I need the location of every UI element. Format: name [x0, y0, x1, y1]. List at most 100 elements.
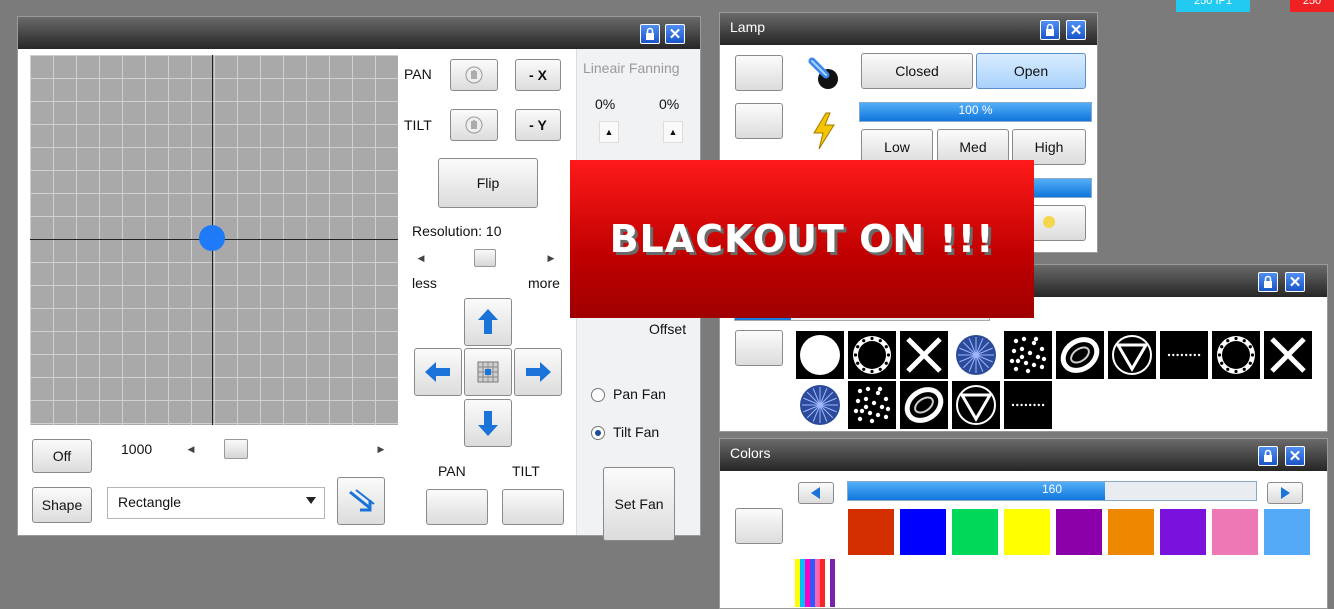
lamp-panel-title: Lamp	[730, 19, 766, 35]
gobo-twisted-ring[interactable]	[1056, 331, 1104, 379]
radio-unchecked-icon	[591, 388, 605, 402]
more-label: more	[528, 275, 560, 291]
apply-shape-button[interactable]	[337, 477, 385, 525]
off-button[interactable]: Off	[32, 439, 92, 473]
tilt-fan-spinner-up[interactable]: ▲	[663, 121, 683, 143]
gobo-triangle[interactable]	[1108, 331, 1156, 379]
invert-y-button[interactable]: - Y	[515, 109, 561, 141]
move-left-button[interactable]	[414, 348, 462, 396]
gobo-dotted-line[interactable]	[1160, 331, 1208, 379]
status-badge-universe: 250 IP1	[1176, 0, 1250, 12]
position-panel-titlebar: ✕	[18, 17, 700, 49]
gobo-x-cross[interactable]	[900, 331, 948, 379]
gobo-blue-burst[interactable]	[796, 381, 844, 429]
color-toggle-button[interactable]	[735, 508, 783, 544]
color-prev-button[interactable]	[798, 482, 834, 504]
scroll-left-icon[interactable]: ◀	[414, 249, 428, 267]
intensity-bar-text: 100 %	[958, 103, 993, 117]
xy-position-pad[interactable]	[30, 55, 398, 425]
gobo-dotted-ring[interactable]	[848, 331, 896, 379]
colors-panel-titlebar: Colors ✕	[720, 439, 1327, 471]
tilt-fan-percent: 0%	[659, 96, 680, 112]
gobo-scatter-dots[interactable]	[848, 381, 896, 429]
center-button[interactable]	[464, 348, 512, 396]
color-swatch[interactable]	[1211, 508, 1259, 556]
color-swatch[interactable]	[1263, 508, 1311, 556]
resolution-label: Resolution: 10	[412, 223, 502, 239]
move-down-button[interactable]	[464, 399, 512, 447]
open-button[interactable]: Open	[976, 53, 1086, 89]
color-swatch[interactable]	[951, 508, 999, 556]
lock-icon[interactable]	[640, 24, 660, 44]
gobo-scatter-dots[interactable]	[1004, 331, 1052, 379]
scroll-right-icon[interactable]: ▶	[544, 249, 558, 267]
rainbow-swatch[interactable]	[795, 559, 845, 607]
shape-select[interactable]: Rectangle	[107, 487, 325, 519]
speed-slider[interactable]: ◀ ▶	[180, 437, 398, 461]
gobo-twisted-ring[interactable]	[900, 381, 948, 429]
color-swatch[interactable]	[847, 508, 895, 556]
shape-button[interactable]: Shape	[32, 487, 92, 523]
gobo-toggle-button[interactable]	[735, 330, 783, 366]
lock-icon[interactable]	[1040, 20, 1060, 40]
tilt-lock-button[interactable]	[450, 109, 498, 141]
shape-select-value: Rectangle	[118, 494, 182, 510]
arrow-right-icon	[526, 362, 551, 382]
arrow-left-icon	[425, 362, 450, 382]
pan-fan-spinner-up[interactable]: ▲	[599, 121, 619, 143]
invert-x-button[interactable]: - X	[515, 59, 561, 91]
move-up-button[interactable]	[464, 298, 512, 346]
color-slider-value: 160	[1041, 482, 1063, 496]
gobo-x-cross[interactable]	[1264, 331, 1312, 379]
color-swatch[interactable]	[1159, 508, 1207, 556]
lock-icon[interactable]	[1258, 272, 1278, 292]
scroll-left-icon[interactable]: ◀	[184, 440, 198, 458]
tilt-label: TILT	[404, 117, 432, 133]
color-next-button[interactable]	[1267, 482, 1303, 504]
position-handle[interactable]	[199, 225, 225, 251]
arrow-up-icon	[478, 309, 498, 334]
close-icon[interactable]: ✕	[1066, 20, 1086, 40]
gobo-dotted-ring[interactable]	[1212, 331, 1260, 379]
color-swatch[interactable]	[1055, 508, 1103, 556]
triangle-right-icon	[1281, 487, 1290, 499]
shutter-toggle-button[interactable]	[735, 55, 783, 91]
resolution-slider-thumb[interactable]	[474, 249, 496, 267]
pan-label: PAN	[404, 66, 432, 82]
resolution-slider[interactable]: ◀ ▶	[412, 247, 560, 269]
diagonal-arrows-icon	[349, 489, 375, 512]
chevron-down-icon	[306, 497, 316, 504]
gobo-open-white[interactable]	[796, 331, 844, 379]
lightning-icon	[813, 112, 835, 150]
gobo-dotted-line[interactable]	[1004, 381, 1052, 429]
close-icon[interactable]: ✕	[665, 24, 685, 44]
blackout-text: BLACKOUT ON !!!	[609, 217, 995, 261]
flip-button[interactable]: Flip	[438, 158, 538, 208]
gobo-blue-burst[interactable]	[952, 331, 1000, 379]
tilt-fan-label: Tilt Fan	[613, 424, 660, 440]
arrow-down-icon	[478, 411, 498, 436]
pan-bottom-button[interactable]	[426, 489, 488, 525]
status-badge-red: 250	[1290, 0, 1334, 12]
hand-icon	[465, 66, 483, 84]
color-swatch[interactable]	[899, 508, 947, 556]
gobo-triangle[interactable]	[952, 381, 1000, 429]
close-icon[interactable]: ✕	[1285, 446, 1305, 466]
tilt-bottom-button[interactable]	[502, 489, 564, 525]
set-fan-button[interactable]: Set Fan	[603, 467, 675, 541]
scroll-right-icon[interactable]: ▶	[374, 440, 388, 458]
speed-slider-thumb[interactable]	[224, 439, 248, 459]
intensity-toggle-button[interactable]	[735, 103, 783, 139]
tilt-bottom-label: TILT	[512, 463, 540, 479]
intensity-bar[interactable]: 100 %	[859, 102, 1092, 122]
close-icon[interactable]: ✕	[1285, 272, 1305, 292]
colors-panel-title: Colors	[730, 445, 771, 461]
closed-button[interactable]: Closed	[861, 53, 973, 89]
color-swatch[interactable]	[1003, 508, 1051, 556]
blackout-banner: BLACKOUT ON !!!	[570, 160, 1034, 318]
color-slider[interactable]: 160	[847, 481, 1257, 501]
lock-icon[interactable]	[1258, 446, 1278, 466]
pan-lock-button[interactable]	[450, 59, 498, 91]
color-swatch[interactable]	[1107, 508, 1155, 556]
move-right-button[interactable]	[514, 348, 562, 396]
